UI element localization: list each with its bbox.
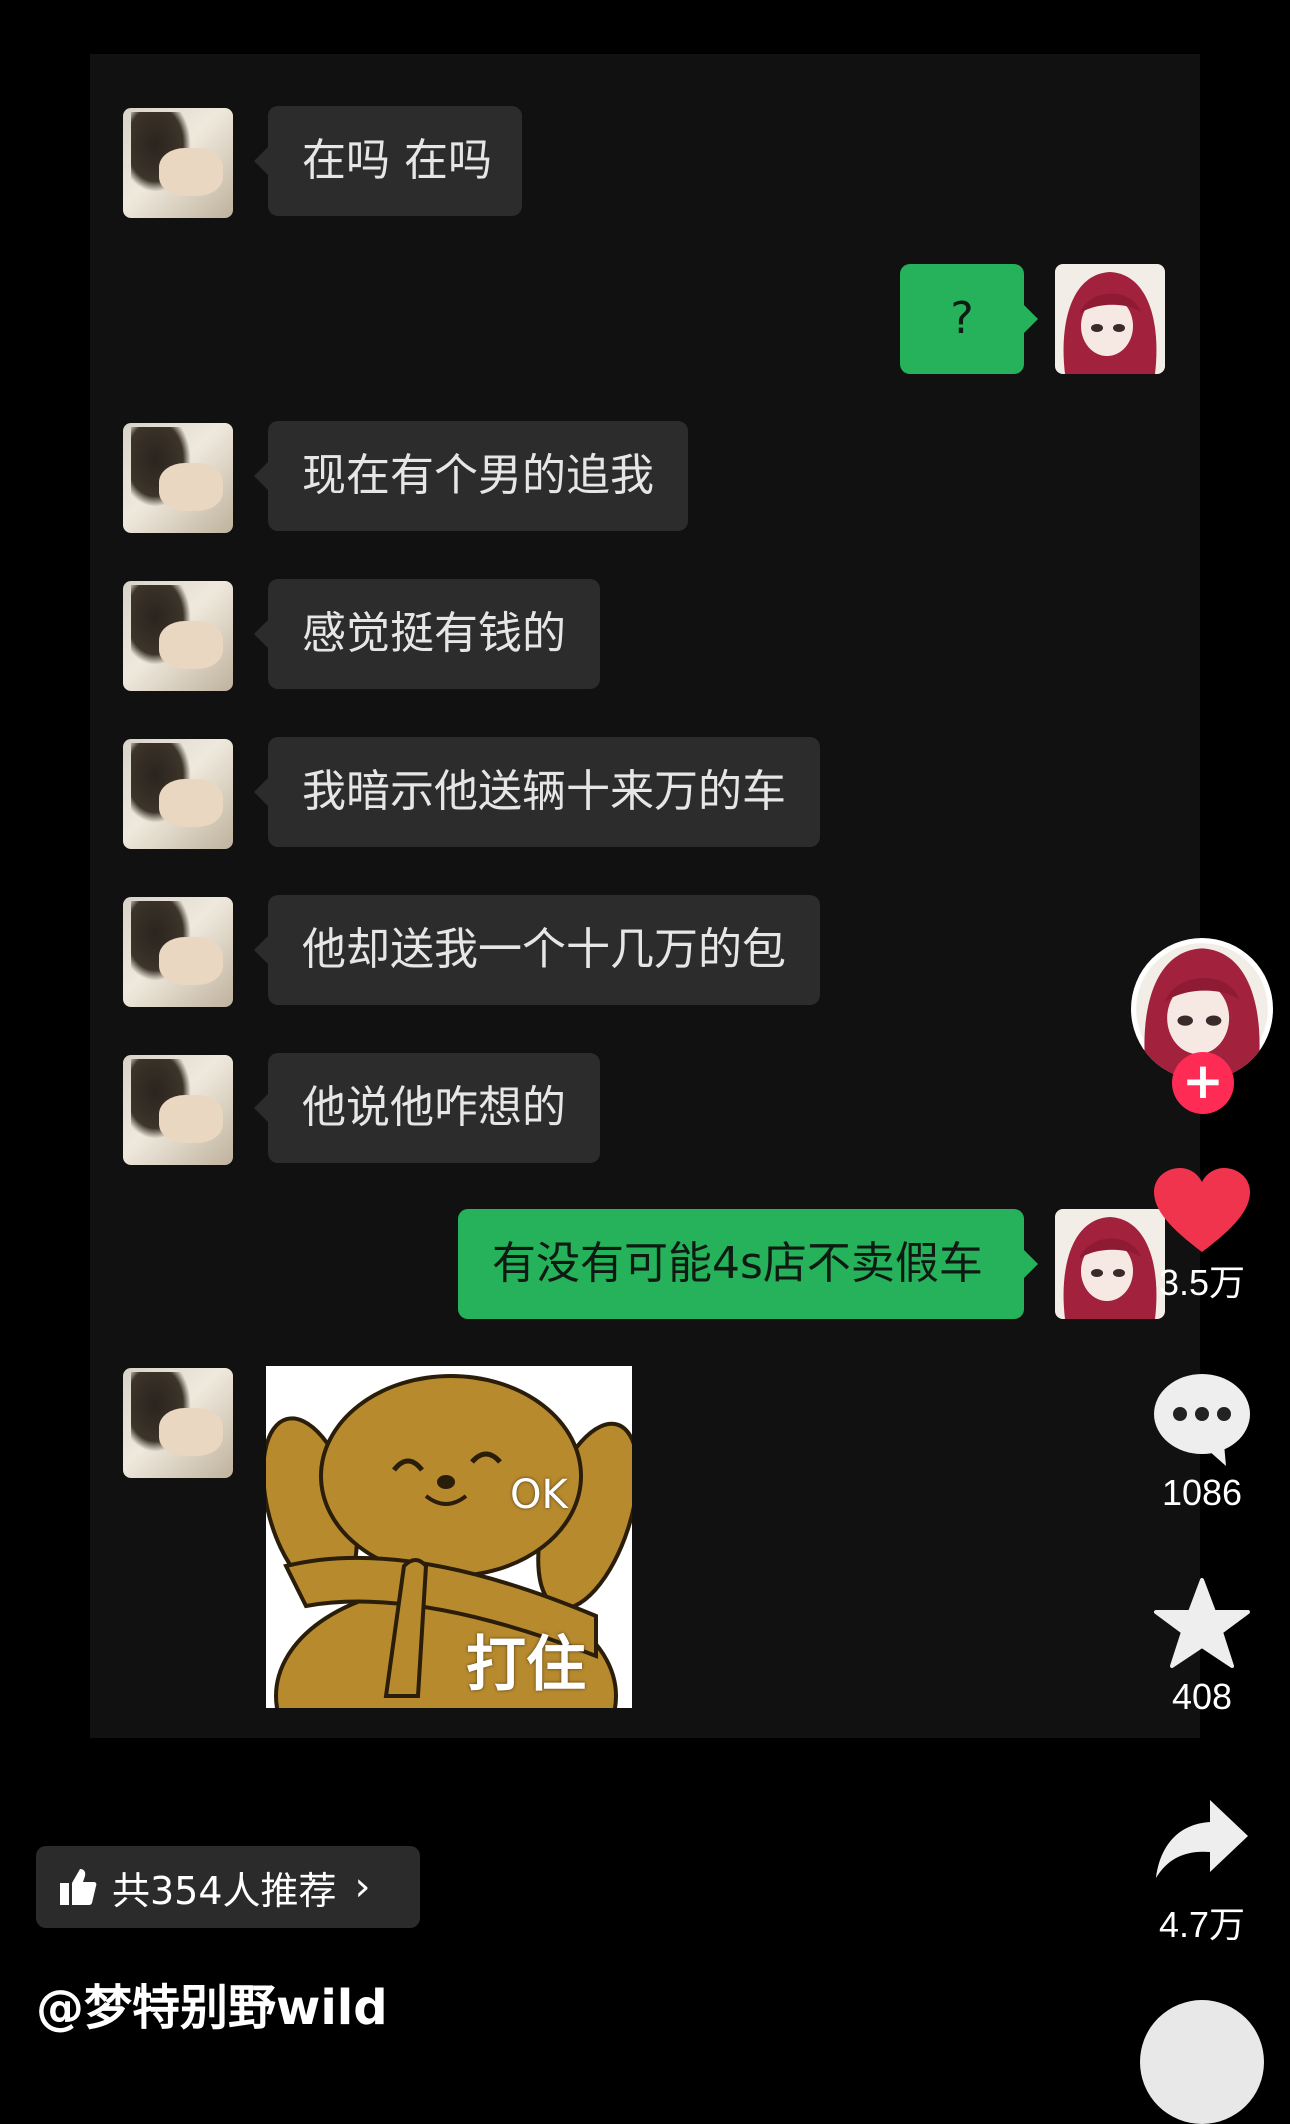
dog-sticker: OK 打住 (266, 1366, 632, 1708)
chevron-right-icon: › (354, 1864, 371, 1910)
like-button[interactable]: 3.5万 (1130, 1166, 1274, 1306)
creator-avatar-button[interactable]: + (1130, 938, 1274, 1114)
friend-avatar (123, 581, 233, 691)
friend-avatar (123, 1055, 233, 1165)
recommend-pill[interactable]: 共354人推荐 › (36, 1846, 420, 1928)
message-bubble-self: 有没有可能4s店不卖假车 (458, 1209, 1038, 1319)
follow-plus-icon[interactable]: + (1172, 1052, 1234, 1114)
share-button[interactable]: 4.7万 (1130, 1796, 1274, 1948)
favorite-count: 408 (1171, 1676, 1233, 1717)
message-bubble: 他说他咋想的 (254, 1053, 600, 1163)
friend-avatar (123, 739, 233, 849)
comment-button[interactable]: 1086 (1130, 1372, 1274, 1514)
thumbs-up-icon (60, 1869, 97, 1905)
message-bubble: 我暗示他送辆十来万的车 (254, 737, 820, 847)
star-icon[interactable] (1152, 1576, 1252, 1672)
author-handle[interactable]: @梦特别野wild (36, 1968, 388, 2038)
share-arrow-icon[interactable] (1152, 1796, 1252, 1882)
message-bubble: 他却送我一个十几万的包 (254, 895, 820, 1005)
comment-icon[interactable] (1152, 1372, 1252, 1468)
friend-avatar (123, 1368, 233, 1478)
comment-count: 1086 (1161, 1472, 1243, 1513)
message-bubble: 感觉挺有钱的 (254, 579, 600, 689)
music-disc-icon[interactable] (1140, 2000, 1264, 2124)
message-bubble-self: ? (900, 264, 1038, 374)
favorite-button[interactable]: 408 (1130, 1576, 1274, 1718)
chat-screenshot: 在吗 在吗 ? 现在有个男的追我 感觉挺有钱的 我暗示他送辆十来万的车 他却送我… (90, 54, 1200, 1738)
message-bubble: 在吗 在吗 (254, 106, 522, 216)
heart-icon[interactable] (1152, 1166, 1252, 1256)
sticker-ok-text: OK (510, 1472, 568, 1518)
friend-avatar (123, 108, 233, 218)
friend-avatar (123, 897, 233, 1007)
share-count: 4.7万 (1158, 1904, 1246, 1945)
friend-avatar (123, 423, 233, 533)
like-count: 3.5万 (1158, 1262, 1246, 1303)
recommend-label: 共354人推荐 (112, 1868, 337, 1913)
self-avatar (1055, 264, 1165, 374)
sticker-main-text: 打住 (466, 1630, 586, 1700)
message-bubble: 现在有个男的追我 (254, 421, 688, 531)
